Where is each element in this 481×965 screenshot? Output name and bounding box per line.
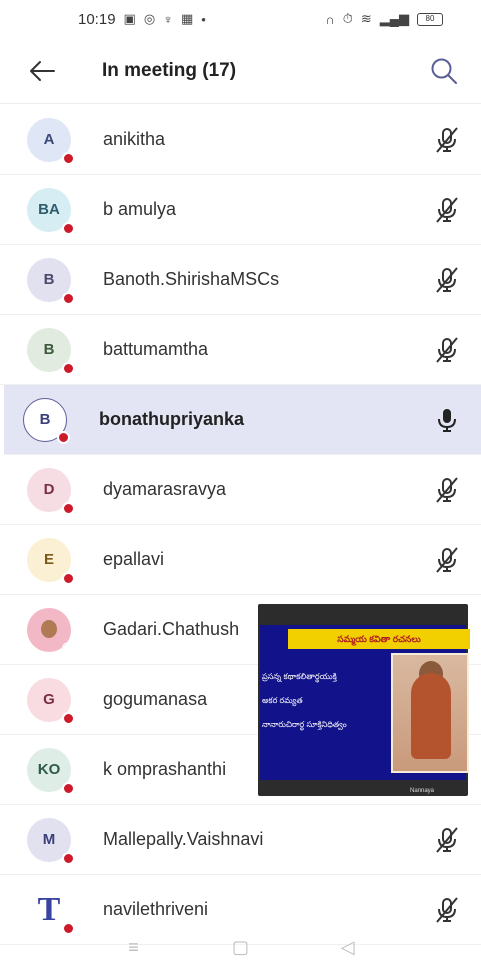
avatar-initials: M	[42, 831, 56, 848]
mic-muted-icon	[427, 330, 467, 370]
slide-text: ప్రసన్న కథాకలితార్థయుక్తి అకర రమ్యత నానా…	[260, 665, 390, 737]
avatar: M	[27, 817, 75, 865]
recent-apps-button[interactable]: ≡	[114, 933, 154, 963]
avatar: A	[27, 117, 75, 165]
avatar: E	[27, 537, 75, 585]
avatar	[27, 607, 71, 652]
avatar-initials: G	[43, 691, 55, 708]
presence-dot-icon	[62, 781, 75, 795]
avatar: T	[27, 887, 75, 935]
portrait-figure	[411, 673, 451, 759]
avatar-photo	[41, 619, 57, 638]
presentation-slide: సమ్మయ కవితా రచనలు ప్రసన్న కథాకలితార్థయుక…	[260, 625, 470, 794]
back-triangle-icon: ◁	[340, 937, 355, 957]
more-dot-icon: •	[201, 11, 206, 27]
back-button[interactable]	[12, 41, 72, 101]
presence-dot-icon	[62, 291, 75, 305]
avatar-initials: D	[43, 481, 55, 498]
mic-muted-icon	[427, 260, 467, 300]
slide-line: ప్రసన్న కథాకలితార్థయుక్తి	[262, 672, 337, 681]
presence-dot-icon	[62, 221, 75, 235]
participant-name: navilethriveni	[103, 899, 209, 919]
status-left: 10:19 ▣ ◎ ♆ ▦ •	[78, 11, 206, 28]
avatar-initials: A	[43, 131, 55, 148]
home-button[interactable]: ▢	[221, 933, 261, 963]
arrow-left-icon	[30, 60, 55, 81]
slide-portrait	[391, 653, 469, 773]
participant-row[interactable]: Bbonathupriyanka	[4, 385, 481, 455]
participant-name: b amulya	[103, 199, 177, 219]
search-icon	[431, 58, 457, 84]
avatar: KO	[27, 747, 75, 795]
participant-name: battumamtha	[103, 339, 209, 359]
slide-title: సమ్మయ కవితా రచనలు	[288, 629, 470, 649]
presence-dot-icon	[62, 361, 75, 375]
participant-name: dyamarasravya	[103, 479, 227, 499]
mic-muted-icon	[427, 820, 467, 860]
participant-row[interactable]: Eepallavi	[0, 525, 481, 595]
slide-caption: Nannaya	[410, 788, 435, 794]
avatar-initials: BA	[38, 201, 60, 218]
status-bar: 10:19 ▣ ◎ ♆ ▦ • ∩ ⏱ ≋ ▂▄▆ 80	[0, 0, 481, 38]
mic-icon	[427, 400, 467, 440]
participant-name: epallavi	[103, 549, 165, 569]
participant-name: anikitha	[103, 129, 166, 149]
avatar: G	[27, 677, 75, 725]
header: In meeting (17)	[0, 38, 481, 104]
slide-line: నానారుచిరార్థ సూక్తినిధిత్వం	[262, 720, 347, 729]
avatar-initials: B	[43, 341, 55, 358]
participant-name: Mallepally.Vaishnavi	[103, 829, 264, 849]
status-right: ∩ ⏱ ≋ ▂▄▆ 80	[325, 11, 443, 27]
teams-icon: ▦	[180, 11, 194, 26]
avatar: BA	[27, 187, 75, 235]
notification-icon: ♆	[163, 11, 173, 27]
avatar: B	[23, 397, 70, 444]
presence-dot-icon	[57, 430, 70, 444]
signal-icon: ▂▄▆	[379, 11, 409, 26]
mic-muted-icon	[427, 190, 467, 230]
whatsapp-icon: ◎	[143, 11, 156, 26]
mic-muted-icon	[427, 540, 467, 580]
participant-row[interactable]: Aanikitha	[0, 105, 481, 175]
page-title: In meeting (17)	[102, 59, 237, 81]
avatar-initials: T	[37, 890, 61, 928]
avatar: B	[27, 327, 75, 375]
participant-row[interactable]: Ddyamarasravya	[0, 455, 481, 525]
participant-row[interactable]: BA b amulya	[0, 175, 481, 245]
avatar-initials: B	[43, 271, 55, 288]
avatar: D	[27, 467, 75, 515]
home-icon: ▢	[231, 937, 249, 957]
avatar-initials: E	[43, 551, 54, 568]
menu-icon: ≡	[128, 937, 139, 957]
participant-row[interactable]: Bbattumamtha	[0, 315, 481, 385]
presence-dot-icon	[62, 641, 71, 652]
presence-dot-icon	[62, 851, 75, 865]
presence-dot-icon	[62, 711, 75, 725]
participant-row[interactable]: M Mallepally.Vaishnavi	[0, 805, 481, 875]
mic-muted-icon	[427, 470, 467, 510]
participant-name: Banoth.ShirishaMSCs	[103, 269, 280, 289]
alarm-icon: ⏱	[342, 11, 353, 26]
system-back-button[interactable]: ◁	[328, 933, 368, 963]
presence-dot-icon	[62, 501, 75, 515]
participant-list: Aanikitha BA b amulya B Banoth.ShirishaMSCs B…	[0, 105, 481, 945]
avatar: B	[27, 257, 75, 305]
presence-dot-icon	[62, 151, 75, 165]
search-button[interactable]	[419, 46, 469, 96]
mic-muted-icon	[427, 120, 467, 160]
avatar-initials: B	[39, 411, 51, 428]
avatar-initials: KO	[37, 761, 61, 778]
participant-row[interactable]: B Banoth.ShirishaMSCs	[0, 245, 481, 315]
status-time: 10:19	[78, 10, 116, 28]
presence-dot-icon	[62, 571, 75, 585]
slide-line: అకర రమ్యత	[262, 696, 303, 705]
shared-screen-video[interactable]: సమ్మయ కవితా రచనలు ప్రసన్న కథాకలితార్థయుక…	[258, 604, 470, 796]
wifi-icon: ≋	[360, 11, 372, 26]
headset-icon: ∩	[325, 11, 335, 27]
gallery-icon: ▣	[123, 11, 136, 26]
battery-icon: 80	[417, 12, 443, 26]
participant-name: bonathupriyanka	[99, 409, 245, 429]
system-nav-bar: ≡ ▢ ◁	[0, 930, 481, 965]
mic-muted-icon	[427, 890, 467, 930]
